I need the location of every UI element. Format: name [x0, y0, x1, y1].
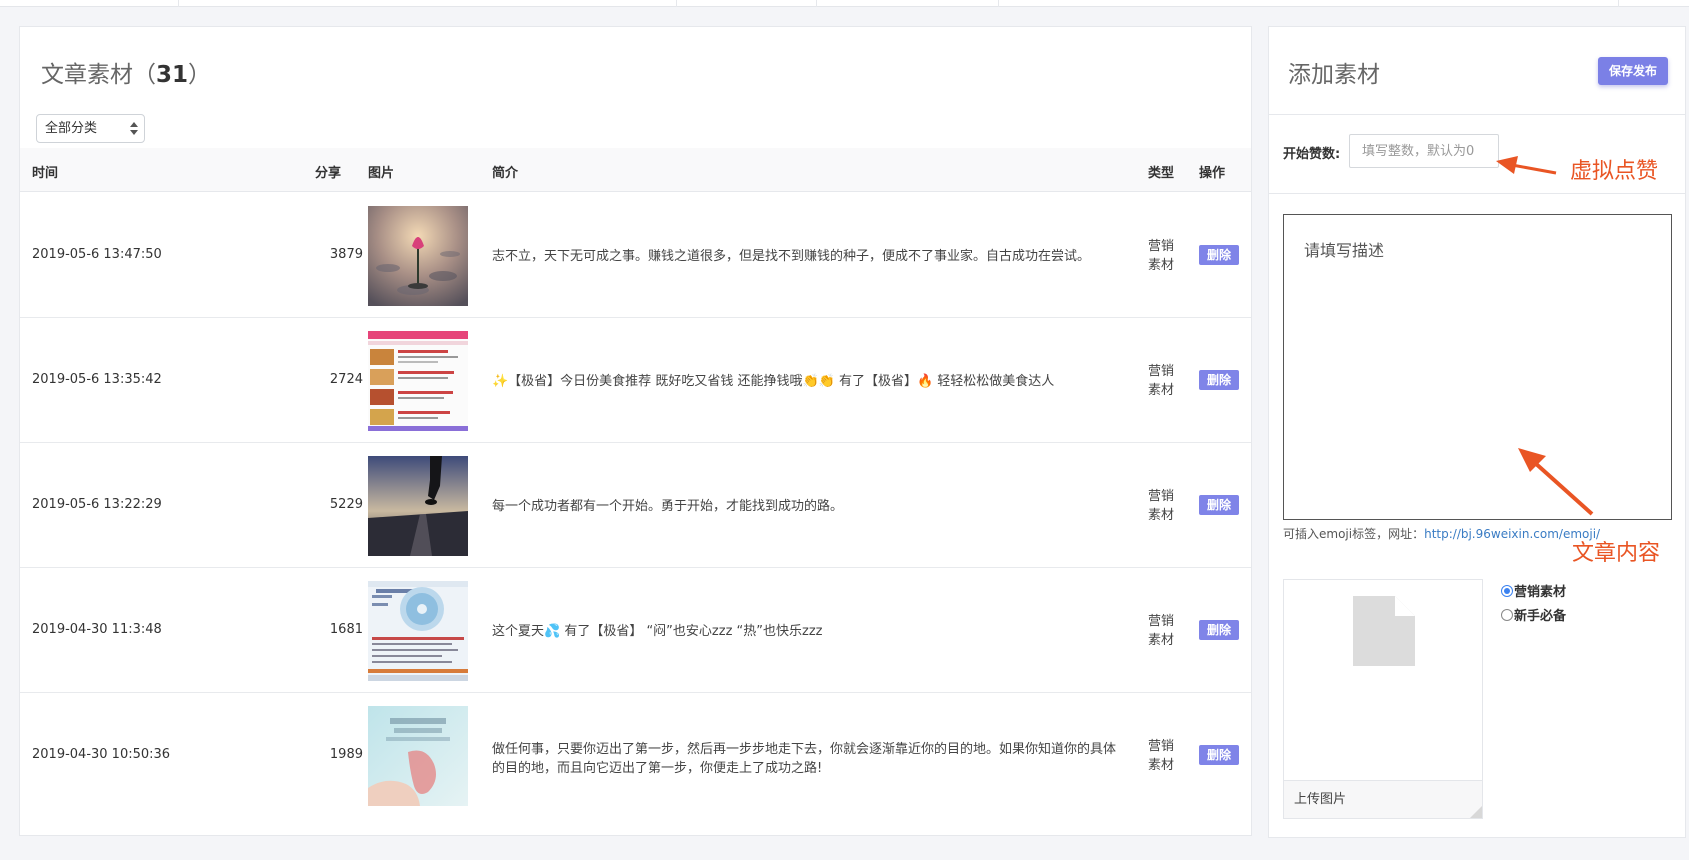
annotation-article-content: 文章内容 — [1572, 541, 1661, 566]
annotation-virtual-likes: 虚拟点赞 — [1570, 159, 1659, 184]
annotation-arrows — [1496, 156, 1594, 516]
